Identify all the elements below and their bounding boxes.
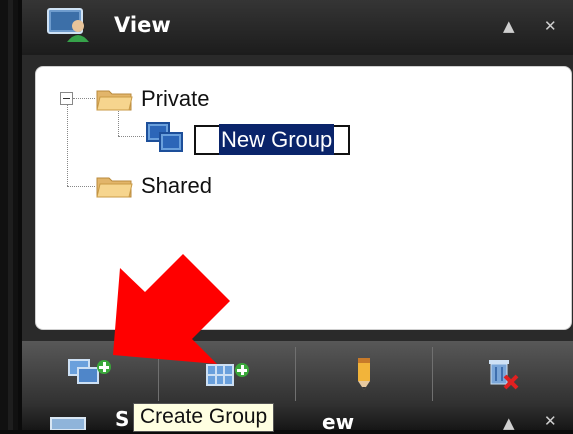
view-panel-header: View ▲ ✕ [22,0,573,55]
next-panel-title-start: S [115,407,130,431]
close-panel-icon[interactable]: ✕ [544,17,557,35]
dock-splitter[interactable] [8,0,13,430]
tree-item-new-group[interactable] [146,121,186,153]
tree-item-shared[interactable]: Shared [96,173,212,199]
group-icon [146,122,183,152]
folder-icon [96,177,133,198]
rename-button[interactable] [296,341,432,407]
monitor-group-icon [47,8,89,42]
tree-item-private[interactable]: Private [96,86,209,112]
view-panel-title: View [114,13,171,37]
view-tree: Private Shared [35,66,572,330]
delete-icon [489,360,519,390]
view-panel: View ▲ ✕ Private Shared New Group S ew ▲… [22,0,573,434]
collapse-panel-icon[interactable]: ▲ [503,414,515,432]
next-panel-title-end: ew [322,410,355,434]
pencil-icon [358,358,370,390]
rename-input-selected-text[interactable]: New Group [219,124,335,155]
tree-connector [67,186,95,187]
create-layout-icon [206,363,249,386]
tree-connector [118,111,119,136]
create-group-tooltip: Create Group [133,403,275,432]
view-toolbar [22,341,573,407]
next-panel-header: S ew ▲ ✕ [22,407,573,434]
collapse-panel-icon[interactable]: ▲ [503,17,515,35]
tree-connector [73,98,95,99]
create-group-button[interactable] [22,341,158,407]
create-layout-button[interactable] [159,341,295,407]
expand-collapse-toggle[interactable] [60,92,73,105]
tree-connector [67,105,68,186]
monitor-icon [50,417,86,430]
tree-item-label: Private [141,86,210,111]
delete-button[interactable] [433,341,573,407]
tree-connector [118,136,144,137]
create-group-icon [68,359,111,384]
left-dock-strip [0,0,18,430]
folder-icon [96,90,133,111]
tree-item-label: Shared [141,173,212,198]
close-panel-icon[interactable]: ✕ [544,412,557,430]
